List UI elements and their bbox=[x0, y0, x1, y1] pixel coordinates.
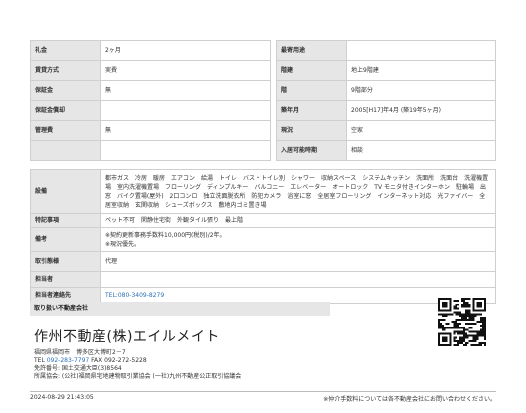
property-details: 礼金 2ヶ月 最寄用途 賃貸方式 実費 階建 地上9階建 保証金無階 9階部分 保証金償却 築年月 2… bbox=[30, 40, 496, 304]
left-label: 管理費 bbox=[30, 120, 101, 141]
left-value: 無 bbox=[100, 120, 271, 141]
table-row: 入居可能時期 相談 bbox=[30, 140, 496, 161]
right-label: 入居可能時期 bbox=[276, 140, 347, 161]
left-label: 保証金償却 bbox=[30, 100, 101, 121]
right-label: 築年月 bbox=[276, 100, 347, 121]
remarks-line-1: ※契約更新事務手数料10,000円(税別)/2年。 bbox=[105, 231, 226, 239]
right-label: 現況 bbox=[276, 120, 347, 141]
contact-phone-link[interactable]: TEL:080-3409-8279 bbox=[105, 292, 164, 299]
right-value: 地上9階建 bbox=[346, 60, 496, 81]
special-notes-label: 特記事項 bbox=[30, 213, 101, 228]
remarks-line-2: ※現況優先。 bbox=[105, 240, 141, 248]
person-label: 担当者 bbox=[30, 271, 101, 288]
remarks-value: ※契約更新事務手数料10,000円(税別)/2年。 ※現況優先。 bbox=[100, 227, 496, 252]
right-label: 階建 bbox=[276, 60, 347, 81]
tel-prefix: TEL bbox=[34, 357, 47, 364]
remarks-label: 備考 bbox=[30, 227, 101, 252]
right-value: 9階部分 bbox=[346, 80, 496, 101]
right-value: 2005[H17]年4月 (築19年5ヶ月) bbox=[346, 100, 496, 121]
right-label: 階 bbox=[276, 80, 347, 101]
left-value: 2ヶ月 bbox=[100, 40, 271, 61]
agency-fax: FAX 092-272-5228 bbox=[89, 357, 147, 364]
person-value bbox=[100, 271, 496, 288]
commission-note: ※仲介手数料については各不動産会社にお問い合わせください。 bbox=[323, 396, 496, 403]
transaction-type-label: 取引態様 bbox=[30, 251, 101, 272]
left-label: 賃貸方式 bbox=[30, 60, 101, 81]
agency-header: 取り扱い不動産会社 bbox=[30, 302, 330, 316]
qr-code-icon bbox=[438, 298, 486, 346]
table-row: 管理費無現況 空家 bbox=[30, 120, 496, 141]
left-value: 無 bbox=[100, 80, 271, 101]
left-value: 実費 bbox=[100, 60, 271, 81]
print-timestamp: 2024-08-29 21:43:05 bbox=[30, 394, 94, 401]
table-row: 賃貸方式 実費 階建 地上9階建 bbox=[30, 60, 496, 81]
agency-tel-link[interactable]: 092-283-7797 bbox=[47, 357, 90, 364]
agency-phone-line: TEL 092-283-7797 FAX 092-272-5228 bbox=[30, 357, 496, 365]
facilities-value: 都市ガス 冷房 暖房 エアコン 給湯 トイレ バス・トイレ別 シャワー 収納スペ… bbox=[100, 169, 496, 214]
agency-address: 福岡県福岡市 博多区大博町2－7 bbox=[34, 349, 126, 356]
left-value bbox=[100, 100, 271, 121]
left-label: 保証金 bbox=[30, 80, 101, 101]
right-value: 空家 bbox=[346, 120, 496, 141]
right-value bbox=[346, 40, 496, 61]
table-row: 保証金償却 築年月 2005[H17]年4月 (築19年5ヶ月) bbox=[30, 100, 496, 121]
table-row: 礼金 2ヶ月 最寄用途 bbox=[30, 40, 496, 61]
agency-license: 免許番号: 国土交通大臣(3)8564 bbox=[34, 365, 122, 372]
left-value bbox=[100, 140, 271, 161]
table-row: 保証金無階 9階部分 bbox=[30, 80, 496, 101]
left-label bbox=[30, 140, 101, 161]
transaction-type-value: 代理 bbox=[100, 251, 496, 272]
right-label: 最寄用途 bbox=[276, 40, 347, 61]
left-label: 礼金 bbox=[30, 40, 101, 61]
special-notes-value: ペット不可 閑静住宅街 外観タイル張り 最上階 bbox=[100, 213, 496, 228]
facilities-label: 設備 bbox=[30, 169, 101, 214]
footer: 2024-08-29 21:43:05 ※仲介手数料については各不動産会社にお問… bbox=[30, 391, 496, 403]
agency-section: 取り扱い不動産会社 作州不動産(株)エイルメイト 福岡県福岡市 博多区大博町2－… bbox=[30, 302, 496, 381]
details-table-top: 礼金 2ヶ月 最寄用途 賃貸方式 実費 階建 地上9階建 保証金無階 9階部分 保証金償却 築年月 2… bbox=[30, 40, 496, 161]
agency-association: 所属協会: (公社)福岡県宅地建物取引業協会 (一社)九州不動産公正取引協議会 bbox=[34, 373, 242, 380]
details-table-bottom: 設備 都市ガス 冷房 暖房 エアコン 給湯 トイレ バス・トイレ別 シャワー 収… bbox=[30, 169, 496, 304]
right-value: 相談 bbox=[346, 140, 496, 161]
agency-name: 作州不動産(株)エイルメイト bbox=[34, 329, 220, 345]
